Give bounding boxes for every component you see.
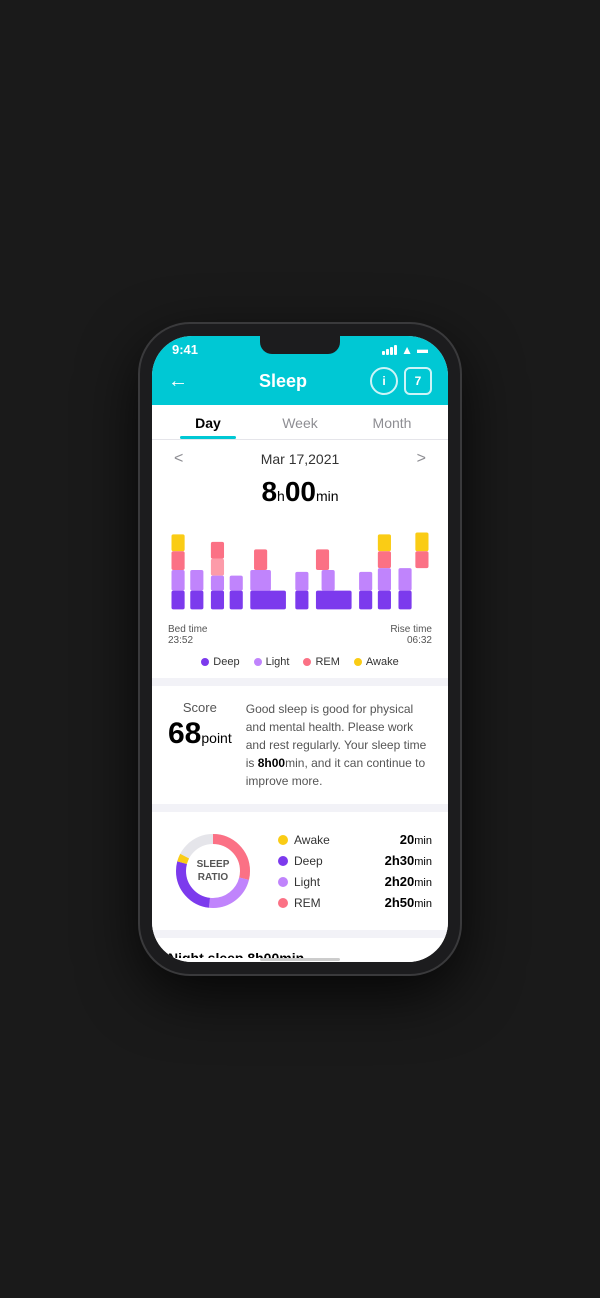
- notch: [260, 336, 340, 354]
- bottom-bar: [152, 958, 448, 962]
- phone-shell: 9:41 ▲ ▬ ← Sleep i 7: [140, 324, 460, 974]
- ratio-rem: REM 2h50min: [278, 895, 432, 910]
- bed-time-label: Bed time: [168, 624, 207, 635]
- tab-day[interactable]: Day: [162, 405, 254, 439]
- legend: Deep Light REM Awake: [152, 650, 448, 678]
- rem-ratio-dot: [278, 898, 288, 908]
- donut-chart: SLEEPRATIO: [168, 826, 258, 916]
- score-description: Good sleep is good for physical and ment…: [246, 700, 432, 790]
- deep-label: Deep: [213, 656, 239, 668]
- scroll-content: Day Week Month < Mar 17,2021 > 8h00min: [152, 405, 448, 958]
- legend-light: Light: [254, 656, 290, 668]
- awake-ratio-name: Awake: [294, 833, 330, 847]
- date-nav: < Mar 17,2021 >: [152, 440, 448, 474]
- status-icons: ▲ ▬: [382, 343, 428, 357]
- rise-time-value: 06:32: [390, 635, 432, 646]
- h-unit: h: [277, 488, 285, 504]
- ratio-section: SLEEPRATIO Awake 20min Deep: [152, 812, 448, 930]
- next-date-button[interactable]: >: [411, 448, 432, 470]
- rise-time-label: Rise time: [390, 624, 432, 635]
- ratio-deep: Deep 2h30min: [278, 853, 432, 868]
- ratio-legend: Awake 20min Deep 2h30min: [278, 832, 432, 910]
- stat-night-sleep: Night sleep 8h00min References: 6-10 hou…: [168, 938, 432, 958]
- night-sleep-title: Night sleep 8h00min: [168, 950, 304, 958]
- awake-ratio-dot: [278, 835, 288, 845]
- battery-icon: ▬: [417, 344, 428, 356]
- deep-ratio-name: Deep: [294, 854, 323, 868]
- page-title: Sleep: [259, 371, 307, 392]
- light-ratio-time: 2h20min: [385, 874, 432, 889]
- info-button[interactable]: i: [370, 367, 398, 395]
- app-header: ← Sleep i 7: [152, 361, 448, 405]
- wifi-icon: ▲: [401, 343, 413, 357]
- sleep-time-display: 8h00min: [152, 474, 448, 512]
- light-ratio-dot: [278, 877, 288, 887]
- rem-ratio-time: 2h50min: [385, 895, 432, 910]
- status-time: 9:41: [172, 342, 198, 357]
- donut-label: SLEEPRATIO: [197, 858, 230, 884]
- deep-ratio-time: 2h30min: [385, 853, 432, 868]
- awake-label: Awake: [366, 656, 399, 668]
- back-button[interactable]: ←: [168, 370, 196, 393]
- signal-bars-icon: [382, 345, 397, 355]
- rem-dot: [303, 658, 311, 666]
- awake-dot: [354, 658, 362, 666]
- legend-deep: Deep: [201, 656, 239, 668]
- ratio-awake: Awake 20min: [278, 832, 432, 847]
- bed-time-value: 23:52: [168, 635, 207, 646]
- ratio-light: Light 2h20min: [278, 874, 432, 889]
- score-unit: point: [201, 730, 231, 746]
- sleep-chart: [164, 520, 436, 620]
- calendar-button[interactable]: 7: [404, 367, 432, 395]
- chart-area: Bed time 23:52 Rise time 06:32: [152, 512, 448, 650]
- rem-label: REM: [315, 656, 339, 668]
- tab-month[interactable]: Month: [346, 405, 438, 439]
- chart-labels: Bed time 23:52 Rise time 06:32: [164, 620, 436, 646]
- deep-dot: [201, 658, 209, 666]
- stats-section: Night sleep 8h00min References: 6-10 hou…: [152, 938, 448, 958]
- sleep-hours: 8: [261, 476, 277, 507]
- tabs-container: Day Week Month: [152, 405, 448, 440]
- tab-week[interactable]: Week: [254, 405, 346, 439]
- deep-ratio-dot: [278, 856, 288, 866]
- score-left: Score 68point: [168, 700, 232, 751]
- score-value: 68point: [168, 717, 232, 751]
- prev-date-button[interactable]: <: [168, 448, 189, 470]
- rem-ratio-name: REM: [294, 896, 321, 910]
- phone-inner: 9:41 ▲ ▬ ← Sleep i 7: [152, 336, 448, 962]
- legend-rem: REM: [303, 656, 339, 668]
- current-date: Mar 17,2021: [261, 451, 340, 467]
- legend-awake: Awake: [354, 656, 399, 668]
- awake-ratio-time: 20min: [400, 832, 432, 847]
- score-label: Score: [168, 700, 232, 715]
- score-section: Score 68point Good sleep is good for phy…: [152, 686, 448, 804]
- light-dot: [254, 658, 262, 666]
- light-label: Light: [266, 656, 290, 668]
- min-unit: min: [316, 488, 339, 504]
- home-indicator: [260, 958, 340, 961]
- header-icons: i 7: [370, 367, 432, 395]
- sleep-mins: 00: [285, 476, 316, 507]
- light-ratio-name: Light: [294, 875, 320, 889]
